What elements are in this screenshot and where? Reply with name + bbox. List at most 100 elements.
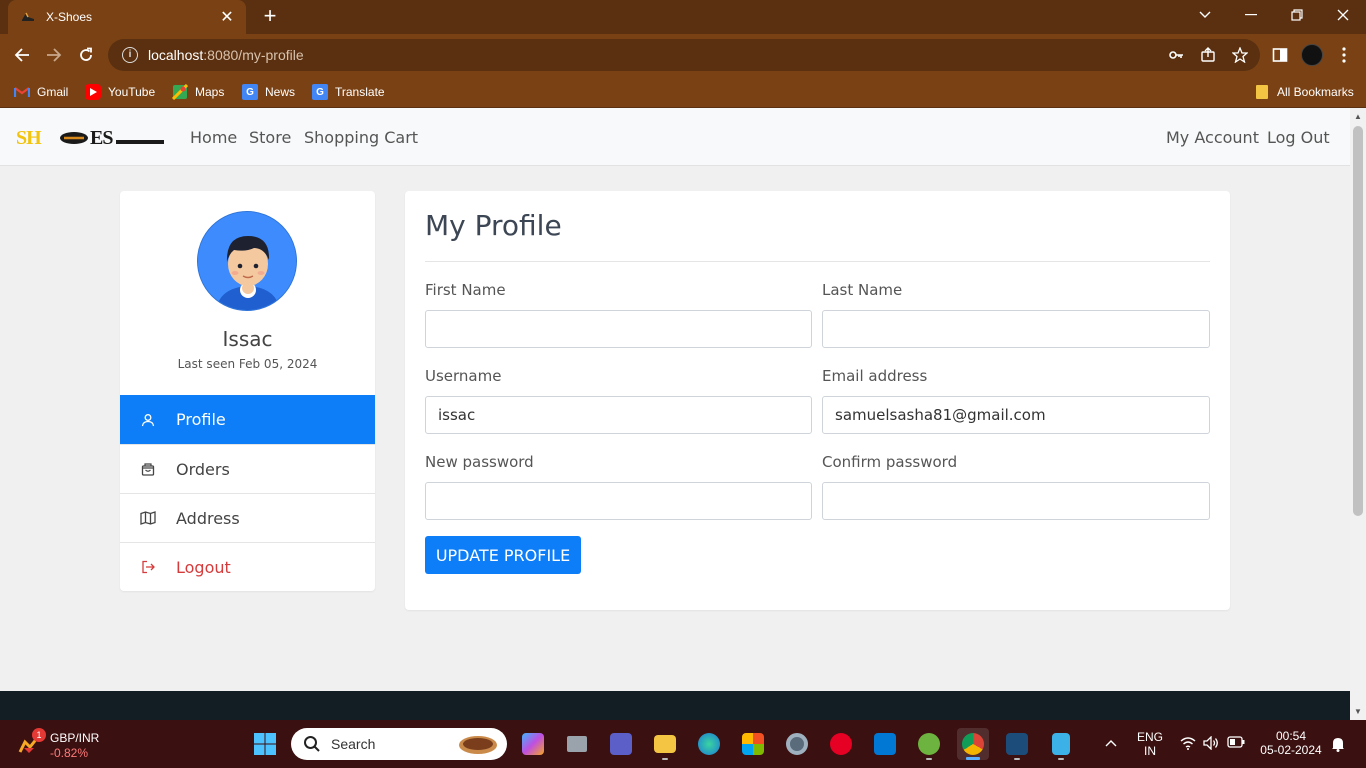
wifi-icon[interactable] [1178,736,1198,753]
account-sidebar: Issac Last seen Feb 05, 2024 Profile Ord… [120,191,375,591]
user-icon [140,412,156,428]
sidebar-item-orders[interactable]: Orders [120,444,375,493]
username-input[interactable] [425,396,812,434]
ticker-widget[interactable]: 1 GBP/INR -0.82% [16,728,116,760]
browser-tab[interactable]: X-Shoes ✕ [8,0,246,34]
youtube-icon [85,84,101,100]
sidebar-item-address[interactable]: Address [120,493,375,542]
side-panel-icon[interactable] [1269,44,1291,66]
language-indicator[interactable]: ENG IN [1134,730,1166,758]
browser-menu-icon[interactable] [1333,44,1355,66]
clock[interactable]: 00:54 05-02-2024 [1256,729,1326,757]
scroll-down-icon[interactable]: ▼ [1354,707,1362,716]
shoe-favicon-icon [20,9,36,25]
bookmark-translate[interactable]: G Translate [312,82,385,102]
bookmark-news[interactable]: G News [242,82,295,102]
nav-log-out-link[interactable]: Log Out [1267,128,1330,147]
reload-icon[interactable] [72,41,100,69]
site-footer [0,691,1350,720]
leaf-icon [918,733,940,755]
sidebar-item-label: Logout [176,557,231,577]
lang-line-1: ENG [1136,730,1163,744]
minimize-icon[interactable] [1228,0,1274,30]
notepad-icon [1052,733,1070,755]
tray-chevron-icon[interactable] [1100,736,1122,752]
os-taskbar: 1 GBP/INR -0.82% Search ENG IN 00:54 05-… [0,720,1366,768]
task-view-icon [567,736,587,752]
new-password-input[interactable] [425,482,812,520]
tab-search-chevron-icon[interactable] [1182,0,1228,30]
profile-avatar-icon[interactable] [1301,44,1323,66]
edge-app[interactable] [693,728,725,760]
all-bookmarks[interactable]: All Bookmarks [1254,82,1354,102]
pinterest-app[interactable] [825,728,857,760]
scroll-up-icon[interactable]: ▲ [1354,112,1362,121]
nav-home-link[interactable]: Home [190,128,237,147]
copilot-app[interactable] [517,728,549,760]
update-profile-button[interactable]: UPDATE PROFILE [425,536,581,574]
browser-tab-bar: X-Shoes ✕ + [0,0,1366,34]
bookmark-label: Translate [335,85,385,99]
email-input[interactable] [822,396,1210,434]
share-icon[interactable] [1199,46,1217,64]
spring-tool-app[interactable] [913,728,945,760]
first-name-input[interactable] [425,310,812,348]
last-name-input[interactable] [822,310,1210,348]
notification-bell-icon[interactable] [1330,736,1346,755]
bookmark-youtube[interactable]: YouTube [85,82,155,102]
taskbar-search[interactable]: Search [291,728,507,760]
bookmark-maps[interactable]: Maps [172,82,224,102]
bookmark-label: Gmail [37,85,69,99]
chrome-app[interactable] [957,728,989,760]
restore-icon[interactable] [1274,0,1320,30]
start-button[interactable] [249,728,281,760]
file-explorer-app[interactable] [649,728,681,760]
page-scrollbar[interactable]: ▲ ▼ [1350,108,1366,720]
svg-text:ES: ES [90,129,113,147]
folder-icon [654,735,676,753]
teams-app[interactable] [605,728,637,760]
lang-line-2: IN [1144,744,1156,758]
sidebar-item-logout[interactable]: Logout [120,542,375,591]
user-name: Issac [222,327,273,351]
sidebar-item-label: Orders [176,459,230,479]
battery-icon[interactable] [1225,736,1247,751]
clock-time: 00:54 [1275,729,1307,743]
store-app[interactable] [737,728,769,760]
mysql-app[interactable] [1001,728,1033,760]
username-label: Username [425,367,502,385]
key-icon[interactable] [1167,46,1185,64]
nav-shopping-cart-link[interactable]: Shopping Cart [304,128,418,147]
task-view-app[interactable] [561,728,593,760]
site-info-icon[interactable]: i [122,47,138,63]
new-tab-button[interactable]: + [258,5,282,29]
search-placeholder: Search [331,736,376,752]
site-navbar: SH ES Home Store Shopping Cart My Accoun… [0,108,1350,166]
page-title: My Profile [425,209,562,242]
settings-app[interactable] [781,728,813,760]
scrollbar-thumb[interactable] [1353,126,1363,516]
window-close-icon[interactable] [1320,0,1366,30]
nav-my-account-link[interactable]: My Account [1166,128,1259,147]
pinterest-icon [830,733,852,755]
ticker-change: -0.82% [50,746,89,760]
address-bar[interactable]: i localhost:8080/my-profile [108,39,1260,71]
vscode-app[interactable] [869,728,901,760]
forward-arrow-icon[interactable] [40,41,68,69]
nav-store-link[interactable]: Store [249,128,291,147]
back-arrow-icon[interactable] [8,41,36,69]
tab-close-icon[interactable]: ✕ [218,8,236,26]
notepad-app[interactable] [1045,728,1077,760]
bookmark-gmail[interactable]: Gmail [14,82,68,102]
clock-date: 05-02-2024 [1260,743,1322,757]
bookmark-star-icon[interactable] [1231,46,1249,64]
volume-icon[interactable] [1201,735,1221,753]
site-logo[interactable]: SH ES [16,127,164,149]
url-host: localhost [148,47,204,63]
maps-icon [172,84,188,100]
bag-icon [140,461,156,477]
sidebar-item-profile[interactable]: Profile [120,395,375,444]
notification-badge: 1 [32,728,46,742]
confirm-password-input[interactable] [822,482,1210,520]
vscode-icon [874,733,896,755]
